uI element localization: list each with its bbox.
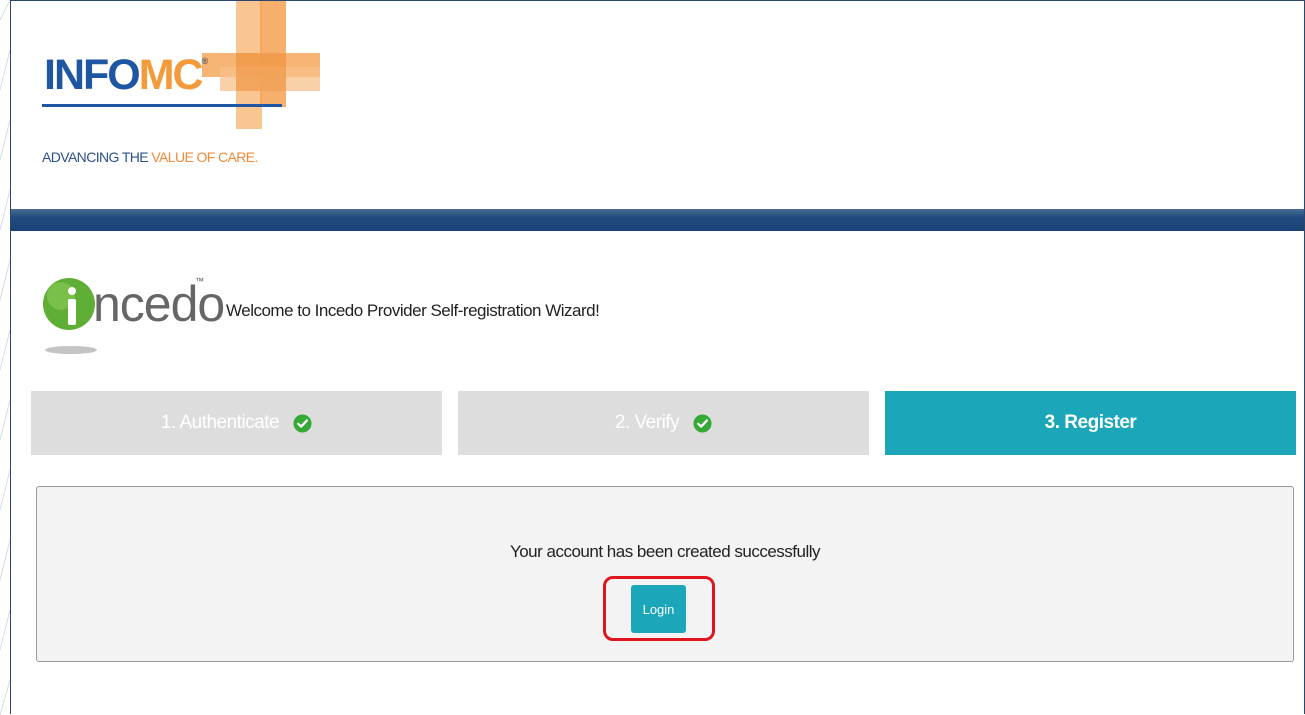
tagline-prefix: ADVANCING THE [42,149,152,165]
header-band [11,209,1304,231]
registered-mark: ® [201,56,209,66]
success-panel: Your account has been created successful… [36,486,1294,662]
step-authenticate: 1. Authenticate [31,391,442,455]
step-verify: 2. Verify [458,391,869,455]
infomc-cross-graphic [202,1,320,129]
step-register-label: 3. Register [1044,412,1137,433]
step-authenticate-label: 1. Authenticate [160,412,280,433]
infomc-underline [42,104,282,107]
check-circle-icon [293,413,312,433]
browser-window: INFOMC® ADVANCING THE VALUE OF CARE. nce… [10,0,1305,714]
tagline-accent: VALUE OF CARE. [151,149,258,165]
incedo-wordmark: ncedo [93,276,225,332]
check-circle-icon [693,413,712,433]
incedo-logo: ncedo ™ [41,274,225,359]
margin-decoration [0,0,10,715]
infomc-wordmark-info: INFO [44,51,141,99]
infomc-wordmark: INFOMC® [44,54,208,97]
page: INFOMC® ADVANCING THE VALUE OF CARE. nce… [0,0,1305,715]
step-verify-label: 2. Verify [614,412,680,433]
infomc-tagline: ADVANCING THE VALUE OF CARE. [42,149,258,165]
infomc-wordmark-mc: MC [138,51,204,99]
infomc-logo: INFOMC® ADVANCING THE VALUE OF CARE. [37,1,327,181]
login-button[interactable]: Login [631,585,686,633]
welcome-heading: Welcome to Incedo Provider Self-registra… [226,301,600,320]
incedo-i-icon [43,278,97,354]
success-message: Your account has been created successful… [509,542,821,561]
step-register: 3. Register [885,391,1296,455]
trademark-mark: ™ [195,276,204,286]
